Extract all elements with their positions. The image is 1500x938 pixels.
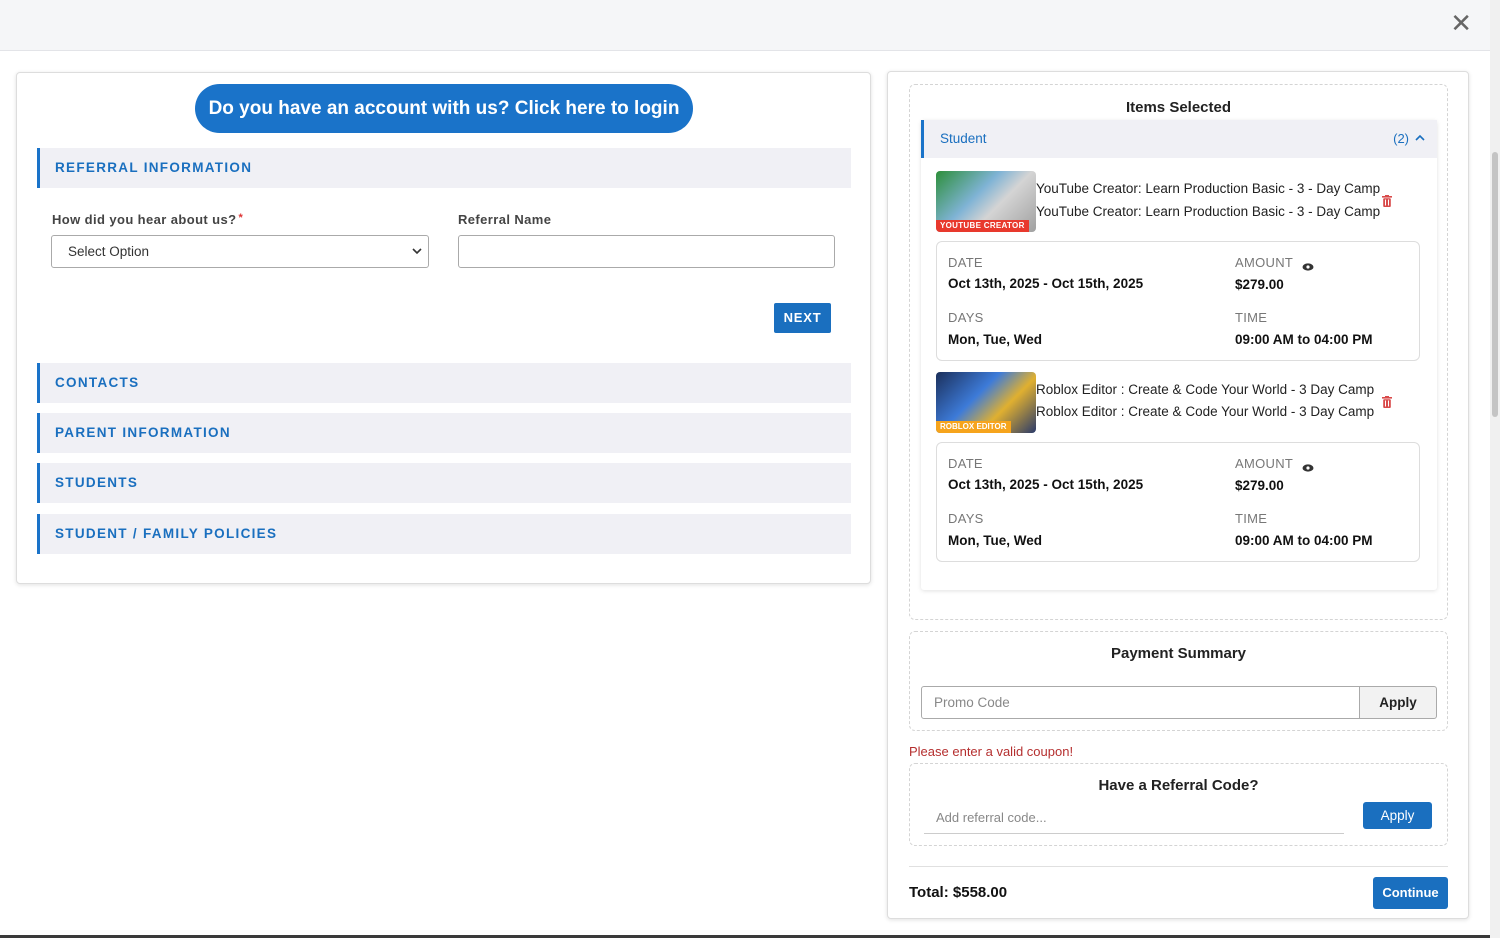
time-label: TIME	[1235, 310, 1268, 325]
time-value: 09:00 AM to 04:00 PM	[1235, 533, 1373, 548]
item-title-line1: Roblox Editor : Create & Code Your World…	[1036, 382, 1375, 397]
payment-summary-box: Payment Summary Promo Code Apply	[909, 631, 1448, 731]
referral-code-title: Have a Referral Code?	[1098, 777, 1259, 794]
eye-icon[interactable]	[1302, 258, 1314, 271]
student-label: Student	[940, 131, 987, 146]
promo-apply-button[interactable]: Apply	[1359, 686, 1437, 719]
days-label: DAYS	[948, 310, 984, 325]
continue-button[interactable]: Continue	[1373, 877, 1448, 909]
eye-icon[interactable]	[1302, 459, 1314, 472]
time-value: 09:00 AM to 04:00 PM	[1235, 332, 1373, 347]
thumbnail-tag: ROBLOX EDITOR	[936, 421, 1011, 433]
days-label: DAYS	[948, 511, 984, 526]
close-icon[interactable]: ✕	[1450, 10, 1472, 36]
amount-label: AMOUNT	[1235, 255, 1294, 270]
amount-label: AMOUNT	[1235, 456, 1294, 471]
thumbnail-tag: YOUTUBE CREATOR	[936, 220, 1029, 232]
scrollbar-thumb[interactable]	[1492, 152, 1498, 417]
date-value: Oct 13th, 2025 - Oct 15th, 2025	[948, 477, 1144, 492]
trash-icon[interactable]	[1382, 395, 1392, 408]
section-student-family-policies[interactable]: STUDENT / FAMILY POLICIES	[37, 514, 851, 554]
item-details-box: DATE Oct 13th, 2025 - Oct 15th, 2025 AMO…	[936, 442, 1420, 562]
item-title-line2: Roblox Editor : Create & Code Your World…	[1036, 404, 1375, 419]
chevron-down-icon	[412, 236, 422, 280]
scrollbar[interactable]	[1490, 0, 1500, 938]
roblox-editor-thumbnail: ROBLOX EDITOR	[936, 372, 1036, 433]
trash-icon[interactable]	[1382, 194, 1392, 207]
items-selected-box: Items Selected Student (2) YOUTUBE CREAT…	[909, 84, 1448, 620]
amount-value: $279.00	[1235, 277, 1284, 292]
referral-apply-button[interactable]: Apply	[1363, 802, 1432, 829]
referral-name-label: Referral Name	[458, 212, 552, 227]
promo-code-input[interactable]: Promo Code	[921, 686, 1360, 719]
referral-code-box: Have a Referral Code? Add referral code.…	[909, 763, 1448, 846]
modal-header: ✕	[0, 0, 1490, 51]
student-card: Student (2) YOUTUBE CREATOR YouTube Crea…	[921, 120, 1437, 590]
chevron-up-icon[interactable]	[1415, 120, 1425, 173]
items-selected-title: Items Selected	[1125, 99, 1232, 116]
section-students[interactable]: STUDENTS	[37, 463, 851, 503]
date-label: DATE	[948, 255, 983, 270]
login-button[interactable]: Do you have an account with us? Click he…	[195, 84, 693, 133]
registration-form-panel: Do you have an account with us? Click he…	[16, 72, 871, 584]
how-heard-label: How did you hear about us? *	[52, 212, 243, 227]
payment-summary-title: Payment Summary	[1110, 645, 1247, 662]
section-parent-information[interactable]: PARENT INFORMATION	[37, 413, 851, 453]
divider	[909, 866, 1448, 867]
amount-value: $279.00	[1235, 478, 1284, 493]
how-heard-select[interactable]: Select Option	[51, 235, 429, 268]
cart-panel: Items Selected Student (2) YOUTUBE CREAT…	[887, 71, 1469, 919]
item-title-line1: YouTube Creator: Learn Production Basic …	[1036, 181, 1381, 196]
days-value: Mon, Tue, Wed	[948, 332, 1042, 347]
youtube-creator-thumbnail: YOUTUBE CREATOR	[936, 171, 1036, 232]
order-total: Total: $558.00	[909, 884, 1008, 901]
date-label: DATE	[948, 456, 983, 471]
how-heard-selected-value: Select Option	[68, 244, 150, 259]
item-title-line2: YouTube Creator: Learn Production Basic …	[1036, 204, 1381, 219]
section-contacts[interactable]: CONTACTS	[37, 363, 851, 403]
days-value: Mon, Tue, Wed	[948, 533, 1042, 548]
how-heard-label-text: How did you hear about us?	[52, 212, 237, 227]
student-item-count: (2)	[1393, 131, 1409, 146]
referral-code-input[interactable]: Add referral code...	[924, 802, 1344, 834]
required-marker: *	[238, 212, 244, 224]
next-button[interactable]: NEXT	[774, 303, 831, 333]
student-accordion-header[interactable]: Student (2)	[921, 120, 1437, 158]
section-referral-information[interactable]: REFERRAL INFORMATION	[37, 148, 851, 188]
time-label: TIME	[1235, 511, 1268, 526]
coupon-error-message: Please enter a valid coupon!	[909, 744, 1074, 759]
referral-name-input[interactable]	[458, 235, 835, 268]
item-details-box: DATE Oct 13th, 2025 - Oct 15th, 2025 AMO…	[936, 241, 1420, 361]
date-value: Oct 13th, 2025 - Oct 15th, 2025	[948, 276, 1144, 291]
